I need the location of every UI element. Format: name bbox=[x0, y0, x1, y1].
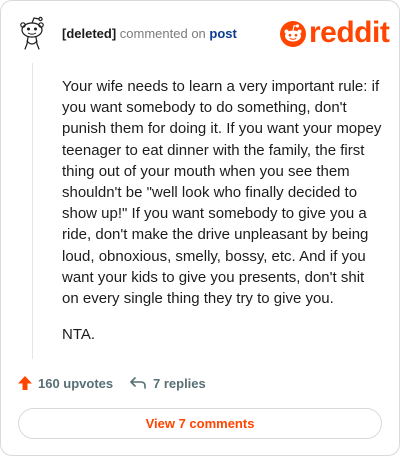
upvote-button[interactable]: 160 upvotes bbox=[17, 373, 113, 393]
comment-paragraph: NTA. bbox=[62, 326, 96, 344]
post-link[interactable]: post bbox=[209, 26, 236, 41]
reddit-wordmark: reddit bbox=[309, 16, 390, 49]
upvote-count: 160 upvotes bbox=[38, 375, 114, 391]
comment-footer: 160 upvotes 7 replies bbox=[17, 373, 377, 393]
upvote-arrow-icon bbox=[18, 376, 32, 390]
reddit-snoo-icon bbox=[280, 21, 306, 47]
action-text: commented on bbox=[119, 26, 206, 41]
reply-arrow-icon bbox=[130, 377, 146, 389]
view-comments-button[interactable]: View 7 comments bbox=[18, 408, 382, 439]
replies-button[interactable]: 7 replies bbox=[129, 373, 206, 393]
comment-paragraph: Your wife needs to learn a very importan… bbox=[62, 78, 382, 308]
reddit-logo[interactable]: reddit bbox=[279, 16, 390, 49]
comment-header: [deleted] commented on post reddit bbox=[1, 1, 399, 61]
author-name[interactable]: [deleted] bbox=[62, 26, 116, 41]
snoo-avatar-icon bbox=[20, 16, 44, 50]
reply-count: 7 replies bbox=[153, 375, 206, 391]
comment-body: Your wife needs to learn a very importan… bbox=[62, 76, 384, 360]
comment-card: [deleted] commented on post reddit Your … bbox=[0, 0, 400, 456]
thread-line bbox=[32, 63, 33, 359]
comment-meta: [deleted] commented on post bbox=[62, 26, 237, 42]
